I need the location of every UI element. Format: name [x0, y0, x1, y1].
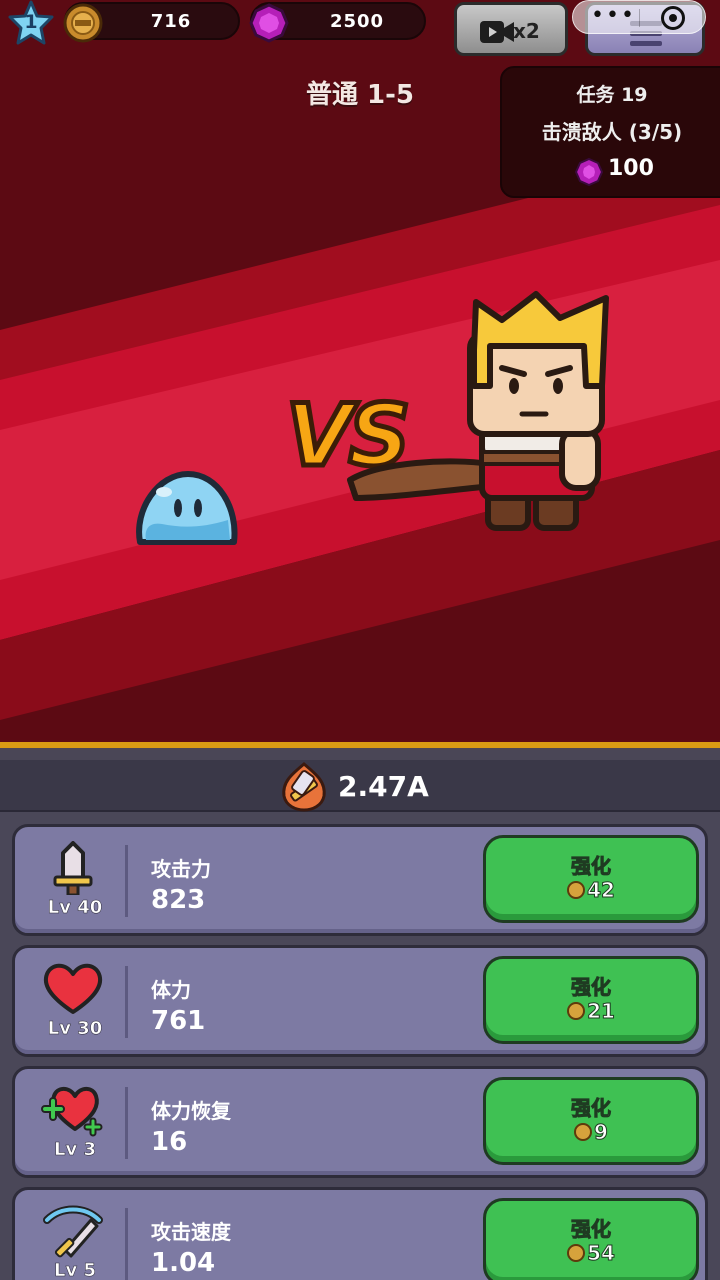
upgrade-button-hp[interactable]: 强化 21: [483, 956, 699, 1044]
upgrade-level: Lv 40: [47, 897, 103, 919]
upgrade-cost: 9: [486, 1120, 696, 1145]
more-options-icon[interactable]: •••: [591, 3, 636, 28]
coin-icon: [567, 1244, 586, 1262]
quest-title: 任务 19: [576, 84, 648, 106]
row-divider: [125, 1208, 128, 1280]
upgrade-cost-value: 9: [594, 1120, 609, 1145]
upgrade-value: 1.04: [151, 1248, 216, 1278]
upgrade-level: Lv 30: [47, 1018, 103, 1040]
upgrade-button-hp-regen[interactable]: 强化 9: [483, 1077, 699, 1165]
upgrade-row-attack-speed: Lv 5 攻击速度 1.04 强化 54: [12, 1187, 708, 1280]
row-divider: [125, 845, 128, 917]
upgrade-list: Lv 40 攻击力 823 强化 42 Lv 30 体力 761 强化 21 L: [0, 812, 720, 1280]
section-divider: [0, 742, 720, 760]
stage-title: 普通 1-5: [305, 80, 415, 110]
sword-icon: [53, 841, 93, 895]
coin-counter: 716: [63, 2, 240, 43]
upgrade-level: Lv 5: [54, 1260, 97, 1280]
quest-reward: 100: [608, 156, 654, 181]
upgrade-name: 体力: [151, 978, 191, 1002]
heart-plus-icon: [41, 1086, 103, 1137]
upgrade-button-label: 强化: [571, 1096, 612, 1121]
quest-description: 击溃敌人 (3/5): [541, 120, 683, 144]
hero-character[interactable]: [340, 290, 620, 540]
upgrade-value: 823: [151, 885, 206, 915]
dps-bar: 2.47A: [0, 760, 720, 812]
upgrade-level: Lv 3: [54, 1139, 97, 1161]
upgrade-cost-value: 42: [587, 878, 616, 903]
coin-value: 716: [150, 11, 192, 32]
upgrade-cost-value: 21: [587, 999, 616, 1024]
upgrade-button-attack-speed[interactable]: 强化 54: [483, 1198, 699, 1280]
close-target-icon[interactable]: [661, 6, 685, 30]
video-camera-icon: [480, 21, 514, 43]
crossed-swords-flame-icon: [282, 762, 326, 812]
upgrade-row-hp-regen: Lv 3 体力恢复 16 强化 9: [12, 1066, 708, 1178]
coin-icon: [567, 1002, 586, 1020]
upgrade-row-attack: Lv 40 攻击力 823 强化 42: [12, 824, 708, 936]
slime-enemy[interactable]: [132, 470, 242, 554]
upgrade-name: 体力恢复: [151, 1099, 231, 1123]
upgrade-cost-value: 54: [587, 1241, 616, 1266]
upgrade-name: 攻击力: [151, 857, 211, 881]
speed-label: x2: [513, 19, 540, 43]
upgrade-row-hp: Lv 30 体力 761 强化 21: [12, 945, 708, 1057]
capsule-divider: [639, 9, 640, 27]
quest-panel[interactable]: 任务 19 击溃敌人 (3/5) 100: [500, 66, 720, 198]
player-level-badge[interactable]: 1: [6, 0, 56, 46]
dps-value: 2.47A: [338, 770, 429, 803]
upgrade-cost: 54: [486, 1241, 696, 1266]
row-divider: [125, 966, 128, 1038]
battle-area: 1 716 2500 x2 ••• 普通 1-5 任务 19 击溃敌人 (3/5…: [0, 0, 720, 742]
coin-icon: [567, 881, 586, 899]
gem-counter: 2500: [249, 2, 426, 43]
speed-x2-button[interactable]: x2: [454, 2, 568, 56]
attack-speed-icon: [43, 1205, 103, 1258]
player-level: 1: [24, 11, 38, 33]
upgrade-value: 16: [151, 1127, 188, 1157]
upgrade-button-label: 强化: [571, 854, 612, 879]
upgrade-cost: 21: [486, 999, 696, 1024]
upgrade-button-label: 强化: [571, 1217, 612, 1242]
row-divider: [125, 1087, 128, 1159]
gem-value: 2500: [329, 11, 385, 32]
gem-icon: [574, 157, 604, 187]
upgrade-cost: 42: [486, 878, 696, 903]
miniprogram-capsule[interactable]: •••: [572, 0, 706, 34]
upgrade-name: 攻击速度: [151, 1220, 231, 1244]
upgrade-button-label: 强化: [571, 975, 612, 1000]
heart-icon: [43, 963, 103, 1014]
upgrade-button-attack[interactable]: 强化 42: [483, 835, 699, 923]
coin-icon: [574, 1123, 593, 1141]
upgrade-value: 761: [151, 1006, 206, 1036]
